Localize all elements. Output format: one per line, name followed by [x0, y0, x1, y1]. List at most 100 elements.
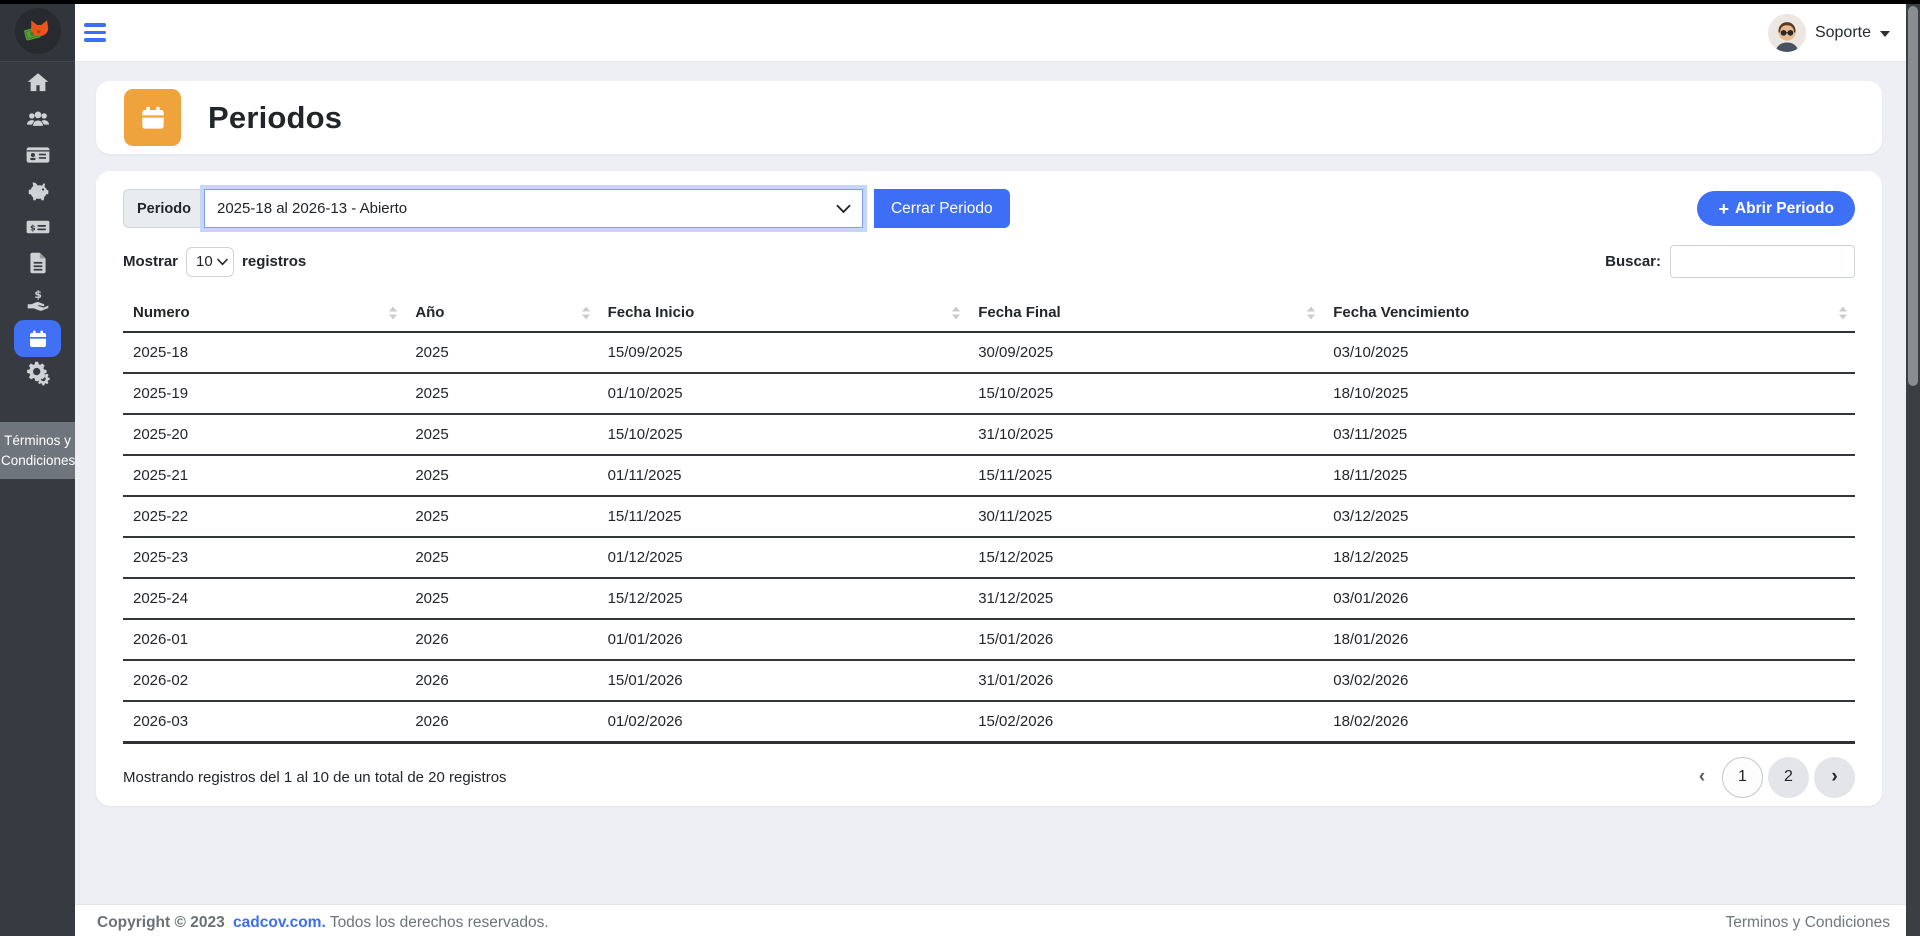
sidebar-item-loans[interactable]: $ [0, 288, 75, 314]
table-cell: 01/02/2026 [598, 701, 969, 742]
table-cell: 2026 [405, 660, 597, 701]
sidebar-item-documents[interactable] [0, 252, 75, 278]
table-cell: 18/11/2025 [1323, 455, 1855, 496]
table-cell: 31/01/2026 [968, 660, 1323, 701]
pagination: ‹ 1 2 › [1687, 757, 1855, 798]
scrollbar-thumb[interactable] [1908, 6, 1918, 386]
brand-logo[interactable] [0, 0, 75, 62]
sidebar-item-periods[interactable] [0, 320, 75, 357]
pagination-prev-button[interactable]: ‹ [1687, 757, 1717, 798]
top-navbar: Soporte [75, 4, 1920, 62]
table-cell: 31/12/2025 [968, 578, 1323, 619]
table-cell: 03/12/2025 [1323, 496, 1855, 537]
page-footer: Copyright © 2023 cadcov.com. Todos los d… [75, 904, 1920, 936]
table-cell: 18/01/2026 [1323, 619, 1855, 660]
column-header-fecha-inicio[interactable]: Fecha Inicio [598, 294, 969, 332]
table-cell: 2025-18 [123, 332, 405, 373]
table-cell: 2026 [405, 701, 597, 742]
table-cell: 01/01/2026 [598, 619, 969, 660]
table-row: 2026-03202601/02/202615/02/202618/02/202… [123, 701, 1855, 742]
period-select[interactable]: 2025-18 al 2026-13 - Abierto [204, 189, 863, 228]
column-header-fecha-vencimiento[interactable]: Fecha Vencimiento [1323, 294, 1855, 332]
calendar-icon [124, 89, 181, 146]
open-period-button[interactable]: + Abrir Periodo [1697, 191, 1855, 226]
sidebar-item-id-card[interactable] [0, 144, 75, 170]
table-cell: 03/10/2025 [1323, 332, 1855, 373]
table-cell: 03/01/2026 [1323, 578, 1855, 619]
chevron-down-icon [1880, 31, 1890, 37]
pagination-page-2[interactable]: 2 [1768, 757, 1809, 798]
page-size-select[interactable]: 10 [186, 247, 234, 277]
table-controls-row: Mostrar 10 registros Buscar: [123, 245, 1855, 278]
user-name: Soporte [1815, 24, 1871, 42]
table-cell: 2025-21 [123, 455, 405, 496]
table-cell: 2026-03 [123, 701, 405, 742]
table-row: 2026-01202601/01/202615/01/202618/01/202… [123, 619, 1855, 660]
column-header-fecha-final[interactable]: Fecha Final [968, 294, 1323, 332]
table-cell: 15/12/2025 [598, 578, 969, 619]
table-cell: 2025 [405, 455, 597, 496]
table-header-row: Numero Año Fecha Inicio Fecha Final [123, 294, 1855, 332]
column-header-ano[interactable]: Año [405, 294, 597, 332]
table-row: 2025-19202501/10/202515/10/202518/10/202… [123, 373, 1855, 414]
search-input[interactable] [1670, 245, 1855, 278]
sidebar-item-users[interactable] [0, 108, 75, 134]
footer-terms-link[interactable]: Terminos y Condiciones [1725, 914, 1890, 932]
sidebar-item-payments[interactable]: $ [0, 216, 75, 242]
page-size-select-wrap: 10 [186, 247, 234, 277]
table-cell: 18/02/2026 [1323, 701, 1855, 742]
page-header-card: Periodos [96, 81, 1882, 154]
plus-icon: + [1718, 200, 1729, 218]
cadcov-link[interactable]: cadcov.com. [233, 914, 326, 931]
records-label: registros [242, 253, 306, 270]
table-cell: 2025 [405, 332, 597, 373]
table-cell: 15/02/2026 [968, 701, 1323, 742]
pagination-page-1[interactable]: 1 [1722, 757, 1763, 798]
records-info: Mostrando registros del 1 al 10 de un to… [123, 769, 507, 786]
calendar-icon [14, 320, 61, 357]
table-cell: 01/11/2025 [598, 455, 969, 496]
search-group: Buscar: [1605, 245, 1855, 278]
table-footer: Mostrando registros del 1 al 10 de un to… [123, 757, 1855, 798]
sort-icon [389, 306, 397, 319]
table-cell: 03/02/2026 [1323, 660, 1855, 701]
user-dropdown[interactable]: Soporte [1768, 14, 1890, 52]
sidebar-terms-link[interactable]: Términos y Condiciones [0, 422, 75, 479]
period-select-wrap: 2025-18 al 2026-13 - Abierto [204, 189, 863, 228]
table-cell: 03/11/2025 [1323, 414, 1855, 455]
table-row: 2025-20202515/10/202531/10/202503/11/202… [123, 414, 1855, 455]
sidebar-item-settings[interactable] [0, 362, 75, 388]
window-top-edge [0, 0, 1920, 4]
table-cell: 15/10/2025 [968, 373, 1323, 414]
table-cell: 01/12/2025 [598, 537, 969, 578]
table-cell: 2025 [405, 578, 597, 619]
table-cell: 2025 [405, 373, 597, 414]
table-cell: 31/10/2025 [968, 414, 1323, 455]
table-cell: 2025-24 [123, 578, 405, 619]
page-scrollbar[interactable] [1906, 0, 1920, 936]
open-period-label: Abrir Periodo [1735, 200, 1834, 218]
table-cell: 2026-01 [123, 619, 405, 660]
table-row: 2025-21202501/11/202515/11/202518/11/202… [123, 455, 1855, 496]
table-row: 2025-24202515/12/202531/12/202503/01/202… [123, 578, 1855, 619]
gears-icon [25, 360, 51, 391]
column-header-numero[interactable]: Numero [123, 294, 405, 332]
table-cell: 15/09/2025 [598, 332, 969, 373]
pagination-next-button[interactable]: › [1814, 757, 1855, 798]
search-label: Buscar: [1605, 253, 1661, 270]
close-period-button[interactable]: Cerrar Periodo [874, 189, 1010, 228]
table-row: 2025-23202501/12/202515/12/202518/12/202… [123, 537, 1855, 578]
table-row: 2025-22202515/11/202530/11/202503/12/202… [123, 496, 1855, 537]
table-cell: 2026 [405, 619, 597, 660]
menu-icon[interactable] [84, 16, 118, 50]
page-size-group: Mostrar 10 registros [123, 247, 306, 277]
table-cell: 2025 [405, 496, 597, 537]
page-title: Periodos [208, 100, 342, 136]
periods-card: Periodo 2025-18 al 2026-13 - Abierto Cer… [96, 171, 1882, 806]
table-cell: 2025-19 [123, 373, 405, 414]
sidebar-item-savings[interactable] [0, 180, 75, 206]
table-cell: 2025 [405, 414, 597, 455]
sidebar: $ [0, 0, 75, 936]
sidebar-item-home[interactable] [0, 72, 75, 98]
svg-text:$: $ [34, 287, 42, 300]
